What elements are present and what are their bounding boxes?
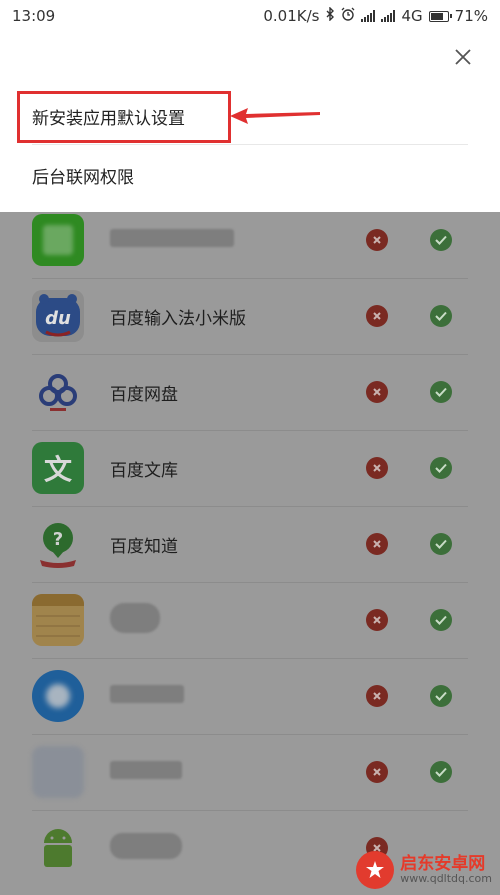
baidu-input-icon: du: [32, 290, 84, 342]
list-item[interactable]: [32, 658, 468, 735]
close-icon: [455, 49, 471, 65]
watermark-title: 启东安卓网: [400, 853, 486, 874]
menu-item-label: 后台联网权限: [32, 167, 134, 188]
alarm-icon: [341, 7, 355, 25]
status-time: 13:09: [12, 7, 56, 25]
watermark-logo-icon: [356, 851, 395, 889]
status-icons: 0.01K/s 4G 71%: [263, 6, 488, 25]
watermark: 启东安卓网 www.qdltdq.com: [356, 851, 492, 889]
menu-item-new-app-default[interactable]: 新安装应用默认设置: [32, 88, 468, 145]
menu-item-label: 新安装应用默认设置: [32, 108, 185, 129]
list-item[interactable]: ? 百度知道: [32, 506, 468, 583]
notes-app-icon: [32, 594, 84, 646]
deny-icon[interactable]: [366, 305, 388, 327]
battery-icon: [428, 10, 452, 22]
allow-icon[interactable]: [430, 761, 452, 783]
svg-text:?: ?: [53, 529, 63, 550]
green-app-icon: [32, 214, 84, 266]
svg-text:du: du: [45, 308, 71, 329]
list-item[interactable]: 文 百度文库: [32, 430, 468, 507]
baidu-wenku-icon: 文: [32, 442, 84, 494]
allow-icon[interactable]: [430, 305, 452, 327]
allow-icon[interactable]: [430, 229, 452, 251]
network-type: 4G: [401, 7, 423, 25]
list-item[interactable]: [32, 734, 468, 811]
battery-level: 71%: [454, 7, 488, 25]
app-name: 百度文库: [110, 460, 178, 481]
list-item[interactable]: [32, 202, 468, 279]
allow-icon[interactable]: [430, 533, 452, 555]
deny-icon[interactable]: [366, 761, 388, 783]
allow-icon[interactable]: [430, 381, 452, 403]
close-button[interactable]: [448, 42, 478, 72]
deny-icon[interactable]: [366, 457, 388, 479]
baidu-zhidao-icon: ?: [32, 518, 84, 570]
allow-icon[interactable]: [430, 685, 452, 707]
network-speed: 0.01K/s: [263, 7, 320, 25]
deny-icon[interactable]: [366, 685, 388, 707]
baidu-netdisk-icon: [32, 366, 84, 418]
allow-icon[interactable]: [430, 609, 452, 631]
deny-icon[interactable]: [366, 229, 388, 251]
app-name: 百度知道: [110, 536, 178, 557]
watermark-url: www.qdltdq.com: [400, 872, 492, 886]
deny-icon[interactable]: [366, 533, 388, 555]
list-item[interactable]: [32, 582, 468, 659]
popup-menu: 新安装应用默认设置 后台联网权限: [0, 32, 500, 212]
blue-app-icon: [32, 670, 84, 722]
android-icon: [32, 822, 84, 874]
signal-icon-1: [361, 10, 376, 22]
app-name: 百度网盘: [110, 384, 178, 405]
app-name: 百度输入法小米版: [110, 308, 246, 329]
menu-item-background-network[interactable]: 后台联网权限: [32, 147, 468, 203]
status-bar: 13:09 0.01K/s 4G 71%: [0, 0, 500, 32]
allow-icon[interactable]: [430, 457, 452, 479]
deny-icon[interactable]: [366, 381, 388, 403]
blurred-app-icon: [32, 746, 84, 798]
list-item[interactable]: du 百度输入法小米版: [32, 278, 468, 355]
signal-icon-2: [381, 10, 396, 22]
deny-icon[interactable]: [366, 609, 388, 631]
bluetooth-icon: [325, 6, 335, 25]
list-item[interactable]: 百度网盘: [32, 354, 468, 431]
